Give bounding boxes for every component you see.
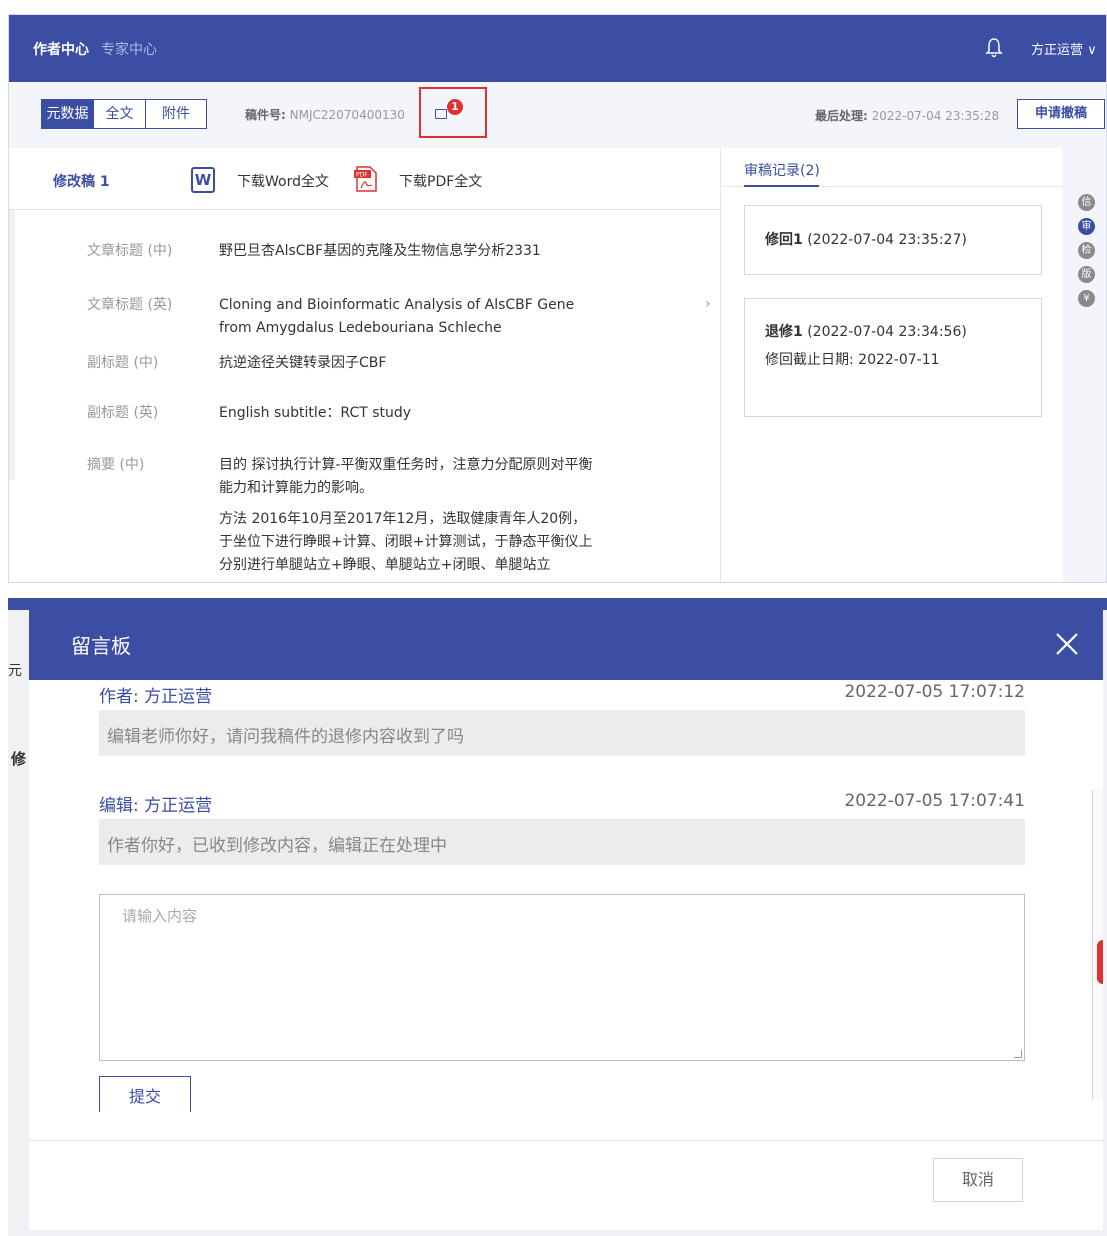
revision-title: 修改稿 1 (53, 174, 110, 190)
field-value: 抗逆途径关键转录因子CBF (219, 355, 387, 371)
message-board-highlight: 1 (419, 87, 487, 138)
field-label: 副标题 (中) (87, 355, 159, 371)
metadata-pane: 修改稿 1 W 下载Word全文 PDF 下载PDF全文 文章标题 (中) 野巴… (9, 148, 721, 582)
nav-author-center[interactable]: 作者中心 (33, 39, 89, 59)
side-button-review[interactable]: 审 (1078, 218, 1095, 235)
resize-handle-icon[interactable] (1014, 1050, 1022, 1058)
submit-button[interactable]: 提交 (99, 1076, 191, 1112)
close-icon[interactable] (1054, 631, 1080, 657)
pdf-icon[interactable]: PDF (353, 165, 379, 193)
floating-side-tab[interactable] (1097, 940, 1103, 984)
record-line: 修回1 (2022-07-04 23:35:27) (765, 229, 967, 249)
record-deadline: 修回截止日期: 2022-07-11 (765, 349, 940, 369)
field-value: 野巴旦杏AlsCBF基因的克隆及生物信息学分析2331 (219, 243, 541, 259)
background-nav-strip (8, 598, 1107, 610)
left-scroll-indicator (9, 210, 15, 480)
nav-expert-center[interactable]: 专家中心 (101, 39, 157, 59)
message-text: 编辑老师你好，请问我稿件的退修内容收到了吗 (99, 710, 1025, 756)
message-item: 编辑: 方正运营 2022-07-05 17:07:41 作者你好，已收到修改内… (99, 791, 1025, 869)
revision-header: 修改稿 1 W 下载Word全文 PDF 下载PDF全文 (9, 148, 720, 210)
chevron-right-icon[interactable]: › (705, 296, 711, 312)
dialog-header: 留言板 (29, 610, 1103, 680)
field-value: 目的 探讨执行计算-平衡双重任务时，注意力分配原则对平衡能力和计算能力的影响。 (219, 457, 593, 496)
message-author: 作者: 方正运营 (99, 687, 213, 707)
user-menu[interactable]: 方正运营 ∨ (1031, 39, 1097, 58)
dialog-title: 留言板 (71, 634, 131, 658)
side-nav: 信 审 检 版 ¥ (1062, 148, 1106, 582)
svg-text:PDF: PDF (356, 172, 368, 179)
field-label: 副标题 (英) (87, 405, 159, 421)
message-input-placeholder: 请输入内容 (122, 907, 198, 925)
side-button-fee[interactable]: ¥ (1078, 290, 1095, 307)
tab-metadata[interactable]: 元数据 (42, 100, 94, 128)
record-time: (2022-07-04 23:35:27) (807, 232, 967, 248)
side-button-layout[interactable]: 版 (1078, 266, 1095, 283)
side-button-info[interactable]: 信 (1078, 194, 1095, 211)
message-count-badge: 1 (447, 99, 463, 115)
bell-icon[interactable] (985, 37, 1003, 59)
last-processed-time: 2022-07-04 23:35:28 (871, 109, 1000, 123)
download-word-link[interactable]: 下载Word全文 (237, 171, 329, 191)
record-title: 退修1 (765, 324, 803, 340)
message-time: 2022-07-05 17:07:12 (844, 682, 1025, 702)
download-pdf-link[interactable]: 下载PDF全文 (399, 171, 482, 191)
deadline-value: 2022-07-11 (858, 352, 940, 368)
message-board-dialog: 留言板 作者: 方正运营 2022-07-05 17:07:12 编辑老师你好，… (29, 610, 1103, 1230)
review-records-pane: 审稿记录(2) 修回1 (2022-07-04 23:35:27) 退修1 (2… (722, 148, 1062, 582)
manuscript-number: 稿件号: NMJC22070400130 (245, 106, 405, 123)
record-card[interactable]: 修回1 (2022-07-04 23:35:27) (744, 205, 1042, 275)
tab-review-records[interactable]: 审稿记录(2) (744, 160, 820, 180)
record-line: 退修1 (2022-07-04 23:34:56) (765, 321, 967, 341)
message-text: 作者你好，已收到修改内容，编辑正在处理中 (99, 819, 1025, 865)
record-card[interactable]: 退修1 (2022-07-04 23:34:56) 修回截止日期: 2022-0… (744, 298, 1042, 417)
message-item: 作者: 方正运营 2022-07-05 17:07:12 编辑老师你好，请问我稿… (99, 682, 1025, 760)
message-author: 编辑: 方正运营 (99, 796, 213, 816)
field-value: Cloning and Bioinformatic Analysis of Al… (219, 297, 575, 336)
tab-fulltext[interactable]: 全文 (94, 100, 146, 128)
manuscript-toolbar: 元数据 全文 附件 稿件号: NMJC22070400130 1 最后处理: 2… (9, 82, 1106, 148)
message-time: 2022-07-05 17:07:41 (844, 791, 1025, 811)
message-icon[interactable] (435, 109, 447, 119)
dialog-footer-divider (29, 1140, 1103, 1141)
record-title: 修回1 (765, 232, 803, 248)
view-tabs: 元数据 全文 附件 (41, 99, 207, 129)
field-label: 摘要 (中) (87, 457, 145, 473)
manuscript-page-panel: 作者中心 专家中心 方正运营 ∨ 元数据 全文 附件 稿件号: NMJC2207… (8, 14, 1107, 583)
word-icon[interactable]: W (191, 167, 215, 193)
manuscript-number-value: NMJC22070400130 (289, 108, 405, 122)
message-input[interactable]: 请输入内容 (99, 894, 1025, 1061)
withdraw-button[interactable]: 申请撤稿 (1017, 99, 1105, 129)
background-title-fragment: 修 (11, 750, 27, 768)
last-processed: 最后处理: 2022-07-04 23:35:28 (815, 107, 999, 124)
active-tab-underline (744, 185, 819, 187)
message-board-screen: 元 修 留言板 作者: 方正运营 2022-07-05 17:07:12 编辑老… (8, 598, 1107, 1236)
field-value: 方法 2016年10月至2017年12月，选取健康青年人20例，于坐位下进行睁眼… (219, 511, 593, 573)
record-time: (2022-07-04 23:34:56) (807, 324, 967, 340)
last-processed-label: 最后处理: (815, 109, 868, 123)
side-button-check[interactable]: 检 (1078, 242, 1095, 259)
background-tab-fragment: 元 (8, 663, 22, 679)
tab-attachments[interactable]: 附件 (146, 100, 206, 128)
field-label: 文章标题 (中) (87, 243, 173, 259)
manuscript-number-label: 稿件号: (245, 108, 286, 122)
field-value: English subtitle：RCT study (219, 405, 412, 421)
deadline-label: 修回截止日期: (765, 352, 854, 368)
field-label: 文章标题 (英) (87, 297, 173, 313)
cancel-button[interactable]: 取消 (933, 1158, 1023, 1202)
top-nav-bar: 作者中心 专家中心 方正运营 ∨ (9, 15, 1106, 82)
